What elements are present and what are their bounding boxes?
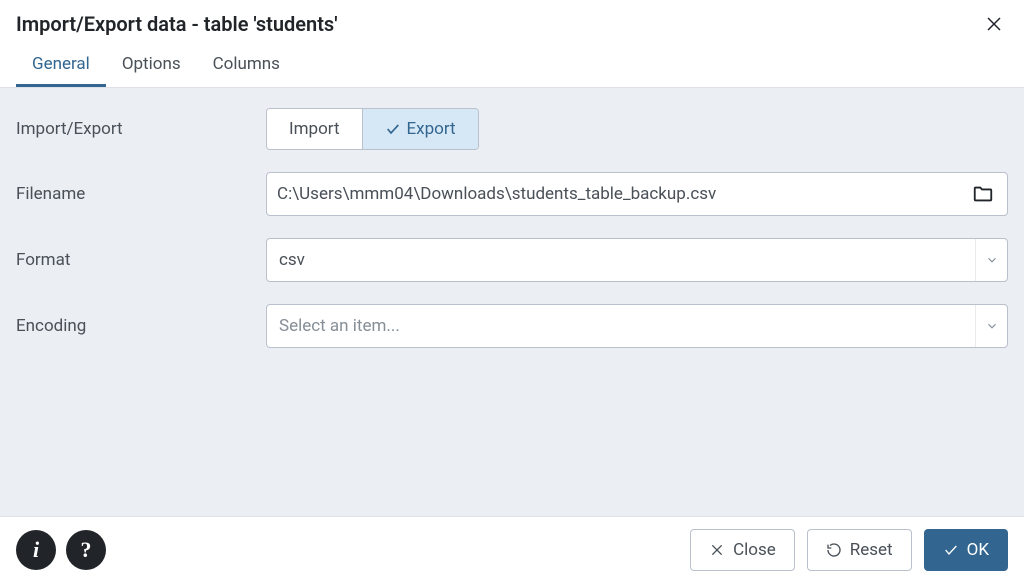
import-export-toggle: Import Export	[266, 108, 479, 150]
tab-columns[interactable]: Columns	[197, 46, 296, 87]
tab-options[interactable]: Options	[106, 46, 197, 87]
export-button-label: Export	[407, 119, 456, 139]
import-export-label: Import/Export	[16, 119, 266, 139]
chevron-down-icon[interactable]	[975, 305, 1007, 347]
info-icon[interactable]: i	[16, 530, 56, 570]
check-icon	[385, 121, 401, 137]
dialog-title: Import/Export data - table 'students'	[16, 12, 338, 36]
close-button[interactable]: Close	[690, 529, 795, 571]
reset-icon	[826, 542, 842, 558]
check-icon	[943, 542, 959, 558]
ok-button[interactable]: OK	[924, 529, 1008, 571]
filename-input[interactable]	[277, 184, 969, 204]
reset-button[interactable]: Reset	[807, 529, 912, 571]
tab-general[interactable]: General	[16, 46, 106, 87]
help-icon[interactable]: ?	[66, 530, 106, 570]
format-label: Format	[16, 250, 266, 270]
ok-button-label: OK	[967, 540, 989, 560]
close-icon[interactable]	[980, 10, 1008, 38]
import-button[interactable]: Import	[267, 109, 362, 149]
export-button[interactable]: Export	[362, 109, 478, 149]
reset-button-label: Reset	[850, 540, 893, 560]
close-button-label: Close	[733, 540, 776, 560]
x-icon	[709, 542, 725, 558]
encoding-placeholder: Select an item...	[267, 316, 975, 336]
filename-label: Filename	[16, 184, 266, 204]
encoding-label: Encoding	[16, 316, 266, 336]
format-select[interactable]: csv	[266, 238, 1008, 282]
folder-icon[interactable]	[969, 180, 997, 208]
import-button-label: Import	[289, 119, 340, 139]
chevron-down-icon[interactable]	[975, 239, 1007, 281]
encoding-select[interactable]: Select an item...	[266, 304, 1008, 348]
format-value: csv	[267, 250, 975, 270]
